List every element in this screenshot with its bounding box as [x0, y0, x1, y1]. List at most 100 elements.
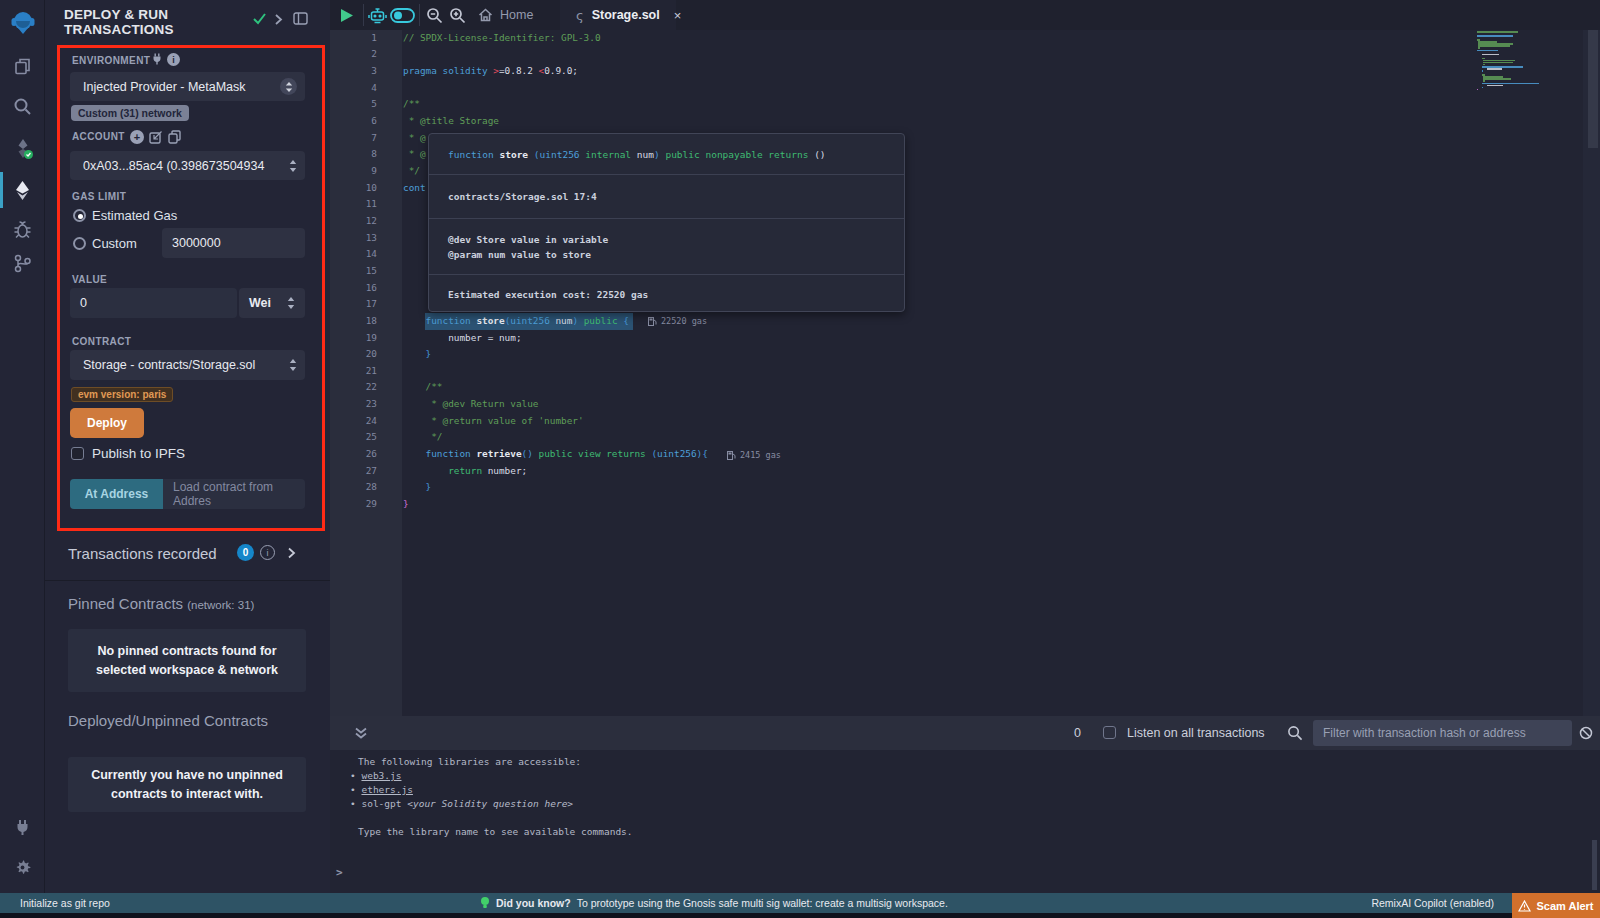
- account-select[interactable]: 0xA03...85ac4 (0.398673504934: [70, 151, 305, 180]
- search-icon[interactable]: [12, 96, 33, 117]
- git-icon[interactable]: [12, 253, 33, 274]
- terminal-top-bar: 0 Listen on all transactions Filter with…: [330, 716, 1600, 750]
- estimated-gas-radio[interactable]: [73, 209, 86, 222]
- tooltip-location: contracts/Storage.sol 17:4: [429, 174, 904, 218]
- terminal-tx-count: 0: [1074, 716, 1081, 750]
- debugger-icon[interactable]: [12, 219, 33, 240]
- zoom-out-icon[interactable]: [426, 7, 443, 24]
- listen-transactions-label: Listen on all transactions: [1127, 716, 1265, 750]
- minimap-line: [1477, 31, 1518, 33]
- pinned-empty-box: No pinned contracts found for selected w…: [68, 629, 306, 692]
- close-tab-icon[interactable]: ×: [674, 8, 682, 23]
- minimap-line: [1478, 45, 1510, 47]
- terminal-prompt[interactable]: >: [336, 866, 343, 879]
- value-unit-select[interactable]: Wei: [239, 288, 305, 318]
- publish-ipfs-label: Publish to IPFS: [92, 446, 185, 461]
- line-number: 21: [330, 363, 377, 380]
- value-input[interactable]: 0: [70, 288, 237, 318]
- listen-transactions-checkbox[interactable]: [1103, 726, 1116, 739]
- line-number: 15: [330, 263, 377, 280]
- terminal-line: Type the library name to see available c…: [358, 825, 633, 839]
- gas-limit-label: GAS LIMIT: [72, 191, 126, 202]
- custom-gas-radio[interactable]: [73, 237, 86, 250]
- solidity-compiler-icon[interactable]: [12, 138, 33, 159]
- terminal-link[interactable]: web3.js: [361, 770, 401, 781]
- code-line: }: [403, 496, 708, 513]
- deployed-empty-box: Currently you have no unpinned contracts…: [68, 757, 306, 812]
- bottom-strip: [0, 913, 1512, 918]
- deployed-contracts-title: Deployed/Unpinned Contracts: [68, 712, 268, 729]
- plugin-manager-icon[interactable]: [12, 817, 33, 838]
- lightbulb-icon: [480, 896, 490, 910]
- line-number: 22: [330, 379, 377, 396]
- terminal-line: • sol-gpt <your Solidity question here>: [350, 797, 573, 811]
- solidity-file-icon: ς: [576, 8, 584, 23]
- transactions-expand-icon[interactable]: [287, 547, 296, 559]
- side-panel: DEPLOY & RUN TRANSACTIONS ENVIRONMENT i …: [45, 0, 330, 893]
- copilot-toggle-icon[interactable]: [390, 8, 415, 23]
- line-number: 17: [330, 296, 377, 313]
- line-number: 3: [330, 63, 377, 80]
- line-number: 20: [330, 346, 377, 363]
- terminal-search-icon[interactable]: [1287, 725, 1303, 741]
- line-number: 14: [330, 246, 377, 263]
- line-number: 28: [330, 479, 377, 496]
- remix-logo-icon[interactable]: [8, 8, 38, 38]
- code-line: /**: [403, 379, 708, 396]
- panel-next-icon[interactable]: [274, 14, 283, 25]
- line-number: 4: [330, 80, 377, 97]
- run-script-icon[interactable]: [340, 8, 354, 23]
- at-address-button[interactable]: At Address: [70, 479, 163, 509]
- code-line: }: [403, 479, 708, 496]
- sign-message-icon[interactable]: [149, 130, 163, 144]
- code-line: return number;: [403, 463, 708, 480]
- terminal-scrollbar[interactable]: [1592, 840, 1597, 890]
- line-number: 6: [330, 113, 377, 130]
- transactions-count-badge: 0: [237, 544, 254, 561]
- select-arrows-icon: [289, 359, 297, 371]
- code-line: [403, 363, 708, 380]
- settings-gear-icon[interactable]: [12, 857, 33, 878]
- custom-gas-input[interactable]: 3000000: [162, 228, 305, 258]
- copilot-status[interactable]: RemixAI Copilot (enabled): [1371, 893, 1494, 913]
- select-arrows-icon: [280, 78, 297, 95]
- function-tooltip: function store (uint256 internal num) pu…: [428, 133, 905, 312]
- panel-title: DEPLOY & RUN TRANSACTIONS: [64, 7, 229, 37]
- line-number: 12: [330, 213, 377, 230]
- environment-info-icon[interactable]: i: [167, 53, 180, 66]
- file-explorer-icon[interactable]: [12, 56, 33, 77]
- transactions-info-icon[interactable]: i: [260, 545, 275, 560]
- terminal-line: • ethers.js: [350, 783, 413, 797]
- ai-copilot-robot-icon[interactable]: [368, 7, 387, 24]
- line-number: 9: [330, 163, 377, 180]
- line-number: 29: [330, 496, 377, 513]
- pinned-contracts-title: Pinned Contracts (network: 31): [68, 595, 254, 612]
- collapse-terminal-icon[interactable]: [354, 726, 368, 740]
- contract-select[interactable]: Storage - contracts/Storage.sol: [70, 350, 305, 380]
- code-line: }: [403, 346, 708, 363]
- tooltip-gas-cost: Estimated execution cost: 22520 gas: [429, 274, 904, 314]
- zoom-in-icon[interactable]: [449, 7, 466, 24]
- terminal-line: • web3.js: [350, 769, 402, 783]
- scam-alert-badge[interactable]: Scam Alert: [1512, 893, 1600, 918]
- git-init-status[interactable]: Initialize as git repo: [20, 893, 110, 913]
- clear-terminal-icon[interactable]: [1579, 726, 1593, 740]
- line-number: 8: [330, 146, 377, 163]
- deploy-button[interactable]: Deploy: [70, 408, 144, 438]
- environment-plug-icon[interactable]: [151, 53, 163, 65]
- terminal-filter-input[interactable]: Filter with transaction hash or address: [1313, 720, 1572, 746]
- tab-home[interactable]: Home: [478, 0, 553, 30]
- environment-select[interactable]: Injected Provider - MetaMask: [70, 72, 305, 101]
- copy-account-icon[interactable]: [168, 130, 181, 144]
- editor-scrollbar[interactable]: [1588, 30, 1598, 148]
- publish-ipfs-checkbox[interactable]: [71, 447, 84, 460]
- at-address-input[interactable]: Load contract from Addres: [163, 479, 305, 509]
- minimap-line: [1477, 89, 1478, 91]
- terminal-link[interactable]: ethers.js: [361, 784, 412, 795]
- transactions-recorded-label: Transactions recorded: [68, 545, 217, 562]
- tab-storage-sol[interactable]: ς Storage.sol ×: [560, 0, 676, 30]
- add-account-icon[interactable]: +: [130, 130, 144, 144]
- deploy-run-icon[interactable]: [12, 180, 33, 201]
- panel-pin-icon[interactable]: [293, 12, 308, 25]
- status-bar: Initialize as git repo Did you know? To …: [0, 893, 1600, 913]
